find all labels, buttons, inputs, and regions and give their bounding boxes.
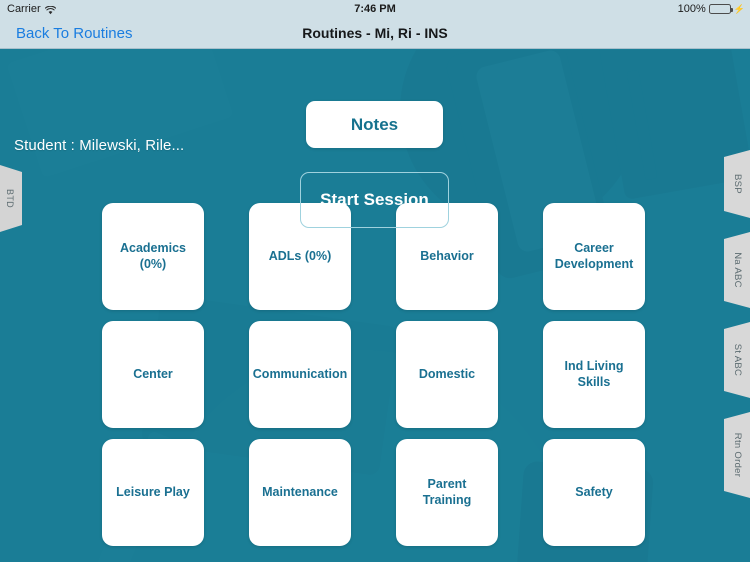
side-tab-btd[interactable]: BTD xyxy=(0,165,22,232)
battery-icon xyxy=(708,4,733,14)
status-bar-time: 7:46 PM xyxy=(354,3,396,15)
routine-card[interactable]: Leisure Play xyxy=(102,439,204,546)
student-label: Student : Milewski, Rile... xyxy=(14,137,185,154)
routine-card-grid: Academics (0%) ADLs (0%) Behavior Career… xyxy=(102,203,647,562)
battery-cap xyxy=(730,8,733,12)
notes-button[interactable]: Notes xyxy=(306,101,443,148)
side-tab-na-abc[interactable]: Na ABC xyxy=(724,232,750,308)
side-tab-st-abc-label: St ABC xyxy=(732,343,743,377)
side-tab-rtn-order[interactable]: Rtn Order xyxy=(724,412,750,498)
page-title: Routines - Mi, Ri - INS xyxy=(302,25,448,41)
lightning-bolt-icon: ⚡ xyxy=(733,3,745,14)
battery-percent-label: 100% xyxy=(677,3,706,15)
routine-card[interactable]: Parent Training xyxy=(396,439,498,546)
side-tab-rtn-order-label: Rtn Order xyxy=(732,432,743,478)
routine-card[interactable]: Center xyxy=(102,321,204,428)
routine-card[interactable]: Communication xyxy=(249,321,351,428)
side-tab-bsp[interactable]: BSP xyxy=(724,150,750,218)
side-tab-btd-label: BTD xyxy=(5,189,15,208)
main-content: Student : Milewski, Rile... Notes Start … xyxy=(0,50,750,562)
status-bar-right: 100% ⚡ xyxy=(678,3,745,15)
routine-card[interactable]: Ind Living Skills xyxy=(543,321,645,428)
routine-card[interactable]: Maintenance xyxy=(249,439,351,546)
nav-bar: Back To Routines Routines - Mi, Ri - INS xyxy=(0,18,750,49)
status-bar: Carrier 7:46 PM 100% ⚡ xyxy=(0,0,750,18)
routine-card[interactable]: Career Development xyxy=(543,203,645,310)
side-tab-st-abc[interactable]: St ABC xyxy=(724,322,750,398)
side-tab-bsp-label: BSP xyxy=(731,174,743,194)
routine-card[interactable]: Safety xyxy=(543,439,645,546)
routine-card[interactable]: Domestic xyxy=(396,321,498,428)
routine-card[interactable]: Academics (0%) xyxy=(102,203,204,310)
start-session-button[interactable]: Start Session xyxy=(300,172,449,228)
side-tab-na-abc-label: Na ABC xyxy=(732,252,743,288)
